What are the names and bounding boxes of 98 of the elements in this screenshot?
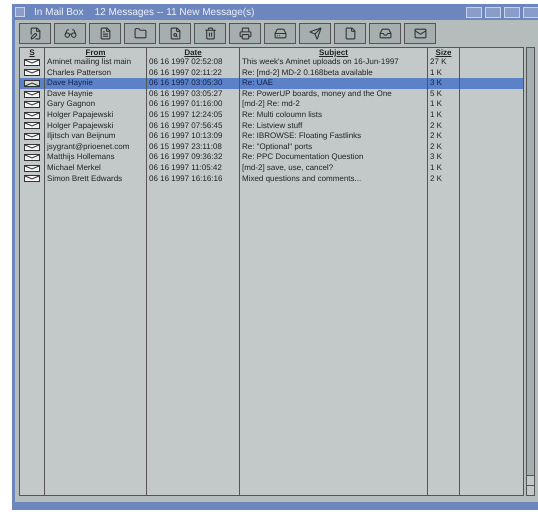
date-cell: 06 16 1997 03:05:30	[147, 78, 240, 89]
message-row[interactable]: Michael Merkel 06 16 1997 11:05:42 [md-2] save, use, cancel? 1 K	[20, 162, 523, 174]
from-cell: Matthijs Hollemans	[45, 152, 147, 163]
column-header[interactable]: S	[20, 48, 45, 57]
message-row[interactable]: Matthijs Hollemans 06 16 1997 09:36:32 Re: PPC Documentation Question 3 K	[20, 152, 523, 163]
size-cell: 3 K	[428, 152, 460, 163]
tray-icon	[378, 27, 392, 40]
column-header[interactable]: Size	[428, 48, 460, 57]
pen-page-icon	[28, 27, 42, 40]
size-cell: 27 K	[428, 57, 460, 68]
from-cell: Dave Haynie	[45, 88, 147, 100]
date-cell: 06 16 1997 11:05:42	[147, 162, 240, 174]
message-row[interactable]: Dave Haynie 06 16 1997 03:05:27 Re: PowerUP boards, money and the One 5 K	[20, 88, 523, 100]
size-cell: 1 K	[428, 162, 460, 174]
size-cell: 2 K	[428, 131, 460, 142]
envelope-icon	[24, 69, 40, 76]
message-row[interactable]: jsygrant@prioenet.com 06 15 1997 23:11:08 Re: "Optional" ports 2 K	[20, 142, 523, 152]
toolbar-button[interactable]	[159, 23, 191, 44]
message-row[interactable]: Gary Gagnon 06 16 1997 01:16:00 [md-2] Re: md-2 1 K	[20, 99, 523, 110]
envelope-icon	[24, 112, 40, 119]
date-cell: 06 16 1997 01:16:00	[147, 99, 240, 110]
window-title: In Mail Box 12 Messages -- 11 New Message(s)	[34, 6, 254, 20]
column-header[interactable]: Subject	[240, 48, 428, 57]
envelope-icon	[24, 175, 40, 182]
subject-cell: Mixed questions and comments...	[240, 174, 428, 184]
date-cell: 06 16 1997 03:05:27	[147, 88, 240, 100]
envelope-icon	[24, 164, 40, 172]
printer-icon	[238, 27, 252, 40]
message-row[interactable]: Holger Papajewski 06 16 1997 07:56:45 Re: Listview stuff 2 K	[20, 120, 523, 132]
subject-cell: Re: PowerUP boards, money and the One	[240, 88, 428, 100]
date-cell: 06 16 1997 07:56:45	[147, 120, 240, 132]
drive-icon	[274, 27, 286, 40]
message-row[interactable]: Dave Haynie 06 16 1997 03:05:30 Re: UAE 3 K	[20, 78, 523, 89]
envelope-icon	[24, 122, 40, 130]
toolbar-button[interactable]	[404, 23, 436, 44]
toolbar-button[interactable]	[334, 23, 366, 44]
subject-cell: Re: Listview stuff	[240, 120, 428, 132]
from-cell: Holger Papajewski	[45, 120, 147, 132]
toolbar-button[interactable]	[19, 23, 51, 44]
toolbar-button[interactable]	[194, 23, 226, 44]
message-row[interactable]: Holger Papajewski 06 15 1997 12:24:05 Re: Multi coloumn lists 1 K	[20, 110, 523, 121]
from-cell: Aminet mailing list main	[45, 57, 147, 68]
from-cell: Michael Merkel	[45, 162, 147, 174]
toolbar-button[interactable]	[264, 23, 296, 44]
from-cell: Iljitsch van Beijnum	[45, 131, 147, 142]
search-icon	[168, 27, 182, 40]
message-row[interactable]: Aminet mailing list main 06 16 1997 02:52:08 This week's Aminet uploads on 16-Jun-1997 27 K	[20, 57, 523, 68]
size-cell: 1 K	[428, 110, 460, 121]
page-icon	[98, 27, 112, 40]
date-cell: 06 16 1997 09:36:32	[147, 152, 240, 163]
trash-icon	[204, 27, 216, 40]
subject-cell: Re: Multi coloumn lists	[240, 110, 428, 121]
column-header[interactable]: From	[45, 48, 147, 57]
column-header[interactable]: Date	[147, 48, 240, 57]
subject-cell: Re: UAE	[240, 78, 428, 89]
toolbar-button[interactable]	[54, 23, 86, 44]
toolbar-button[interactable]	[369, 23, 401, 44]
envelope-icon	[24, 58, 40, 66]
size-cell: 2 K	[428, 142, 460, 152]
toolbar-button[interactable]	[124, 23, 156, 44]
date-cell: 06 15 1997 12:24:05	[147, 110, 240, 121]
toolbar-button[interactable]	[89, 23, 121, 44]
subject-cell: Re: PPC Documentation Question	[240, 152, 428, 163]
date-cell: 06 16 1997 16:16:16	[147, 174, 240, 184]
envelope-icon	[24, 144, 40, 151]
from-cell: Dave Haynie	[45, 78, 147, 89]
date-cell: 06 16 1997 02:52:08	[147, 57, 240, 68]
scrollbar[interactable]	[526, 47, 535, 496]
size-cell: 5 K	[428, 88, 460, 100]
from-cell: jsygrant@prioenet.com	[45, 142, 147, 152]
from-cell: Holger Papajewski	[45, 110, 147, 121]
size-cell: 2 K	[428, 120, 460, 132]
size-cell: 3 K	[428, 78, 460, 89]
blank-page-icon	[344, 27, 356, 40]
size-cell: 2 K	[428, 174, 460, 184]
send-icon	[308, 27, 322, 40]
date-cell: 06 15 1997 23:11:08	[147, 142, 240, 152]
subject-cell: This week's Aminet uploads on 16-Jun-1997	[240, 57, 428, 68]
date-cell: 06 16 1997 10:13:09	[147, 131, 240, 142]
envelope-icon	[24, 90, 40, 98]
message-row[interactable]: Iljitsch van Beijnum 06 16 1997 10:13:09 Re: IBROWSE: Floating Fastlinks 2 K	[20, 131, 523, 142]
from-cell: Gary Gagnon	[45, 99, 147, 110]
envelope-icon	[24, 101, 40, 108]
envelope-icon	[24, 154, 40, 162]
open-envelope-icon	[24, 80, 40, 87]
toolbar-button[interactable]	[299, 23, 331, 44]
subject-cell: [md-2] Re: md-2	[240, 99, 428, 110]
envelope-icon	[24, 132, 40, 140]
subject-cell: Re: "Optional" ports	[240, 142, 428, 152]
from-cell: Simon Brett Edwards	[45, 174, 147, 184]
subject-cell: Re: IBROWSE: Floating Fastlinks	[240, 131, 428, 142]
folder-icon	[134, 27, 146, 40]
glasses-icon	[64, 27, 76, 40]
size-cell: 1 K	[428, 99, 460, 110]
toolbar-button[interactable]	[229, 23, 261, 44]
envelope-icon	[414, 27, 426, 40]
subject-cell: [md-2] save, use, cancel?	[240, 162, 428, 174]
message-row[interactable]: Simon Brett Edwards 06 16 1997 16:16:16 Mixed questions and comments... 2 K	[20, 174, 523, 184]
